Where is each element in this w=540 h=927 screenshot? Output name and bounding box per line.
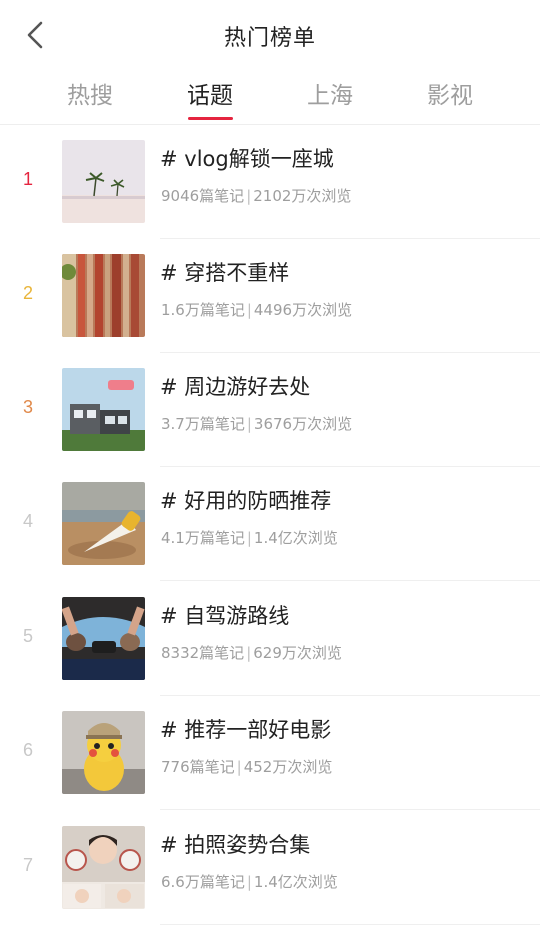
list-item[interactable]: 6 # 推荐一部好电影 776篇笔记 | 452万次浏览 bbox=[0, 696, 540, 810]
rank-number: 1 bbox=[22, 169, 33, 189]
note-count: 1.6万篇笔记 bbox=[161, 301, 245, 319]
topic-thumbnail bbox=[62, 826, 145, 909]
view-count: 1.4亿次浏览 bbox=[253, 529, 338, 547]
topic-title: # 穿搭不重样 bbox=[160, 261, 290, 285]
rank-number: 5 bbox=[22, 626, 33, 646]
row-divider bbox=[160, 580, 540, 581]
topic-stats: 1.6万篇笔记 | 4496万次浏览 bbox=[161, 301, 353, 319]
rank-number: 7 bbox=[22, 855, 33, 875]
note-count: 6.6万篇笔记 bbox=[161, 873, 245, 891]
topic-thumbnail bbox=[62, 597, 145, 680]
topic-title: # 推荐一部好电影 bbox=[160, 718, 332, 742]
note-count: 3.7万篇笔记 bbox=[161, 415, 245, 433]
list-item[interactable]: 7 # 拍照姿势合集 6.6万篇笔记 | 1.4亿次浏览 bbox=[0, 811, 540, 925]
topic-stats: 6.6万篇笔记 | 1.4亿次浏览 bbox=[161, 873, 338, 891]
view-count: 1.4亿次浏览 bbox=[253, 873, 338, 891]
topic-thumbnail bbox=[62, 711, 145, 794]
active-tab-indicator bbox=[188, 117, 233, 120]
note-count: 8332篇笔记 bbox=[161, 644, 245, 662]
list-item[interactable]: 2 # 穿搭不重样 1.6万篇笔记 | 4496万次浏览 bbox=[0, 239, 540, 353]
topic-thumbnail bbox=[62, 254, 145, 337]
note-count: 9046篇笔记 bbox=[161, 187, 245, 205]
view-count: 2102万次浏览 bbox=[253, 187, 352, 205]
view-count: 3676万次浏览 bbox=[253, 415, 353, 433]
list-item[interactable]: 1 # vlog解锁一座城 9046篇笔记 | 2102万次浏览 bbox=[0, 125, 540, 239]
rank-number: 2 bbox=[22, 283, 33, 303]
topic-thumbnail bbox=[62, 368, 145, 451]
rank-number: 3 bbox=[22, 397, 33, 417]
header: 热门榜单 bbox=[0, 0, 540, 70]
topic-title: # 好用的防晒推荐 bbox=[160, 489, 332, 513]
tab-bar: 热搜 话题 上海 影视 bbox=[0, 70, 540, 125]
topic-stats: 3.7万篇笔记 | 3676万次浏览 bbox=[161, 415, 353, 433]
topic-stats: 776篇笔记 | 452万次浏览 bbox=[161, 758, 333, 776]
row-divider bbox=[160, 809, 540, 810]
rank-number: 4 bbox=[22, 511, 33, 531]
view-count: 629万次浏览 bbox=[253, 644, 342, 662]
row-divider bbox=[160, 924, 540, 925]
rank-number: 6 bbox=[22, 740, 33, 760]
list-item[interactable]: 4 # 好用的防晒推荐 4.1万篇笔记 | 1.4亿次浏览 bbox=[0, 467, 540, 581]
topic-thumbnail bbox=[62, 482, 145, 565]
view-count: 452万次浏览 bbox=[243, 758, 333, 776]
tab-hot-search[interactable]: 热搜 bbox=[45, 76, 135, 110]
topic-thumbnail bbox=[62, 140, 145, 223]
tab-shanghai[interactable]: 上海 bbox=[285, 76, 375, 110]
page-title: 热门榜单 bbox=[223, 26, 316, 51]
topic-stats: 4.1万篇笔记 | 1.4亿次浏览 bbox=[161, 529, 338, 547]
topic-title: # 自驾游路线 bbox=[160, 604, 290, 628]
tab-topics[interactable]: 话题 bbox=[165, 76, 255, 110]
topic-stats: 9046篇笔记 | 2102万次浏览 bbox=[161, 187, 352, 205]
list-item[interactable]: 5 # 自驾游路线 8332篇笔记 | 629万次浏览 bbox=[0, 582, 540, 696]
topic-title: # 周边游好去处 bbox=[160, 375, 311, 399]
topic-title: # 拍照姿势合集 bbox=[160, 833, 311, 857]
topic-stats: 8332篇笔记 | 629万次浏览 bbox=[161, 644, 342, 662]
note-count: 4.1万篇笔记 bbox=[161, 529, 245, 547]
tab-movies[interactable]: 影视 bbox=[405, 76, 495, 110]
view-count: 4496万次浏览 bbox=[253, 301, 353, 319]
list-item[interactable]: 3 # 周边游好去处 3.7万篇笔记 | 3676万次浏览 bbox=[0, 353, 540, 467]
topic-title: # vlog解锁一座城 bbox=[160, 147, 334, 171]
note-count: 776篇笔记 bbox=[161, 758, 235, 776]
